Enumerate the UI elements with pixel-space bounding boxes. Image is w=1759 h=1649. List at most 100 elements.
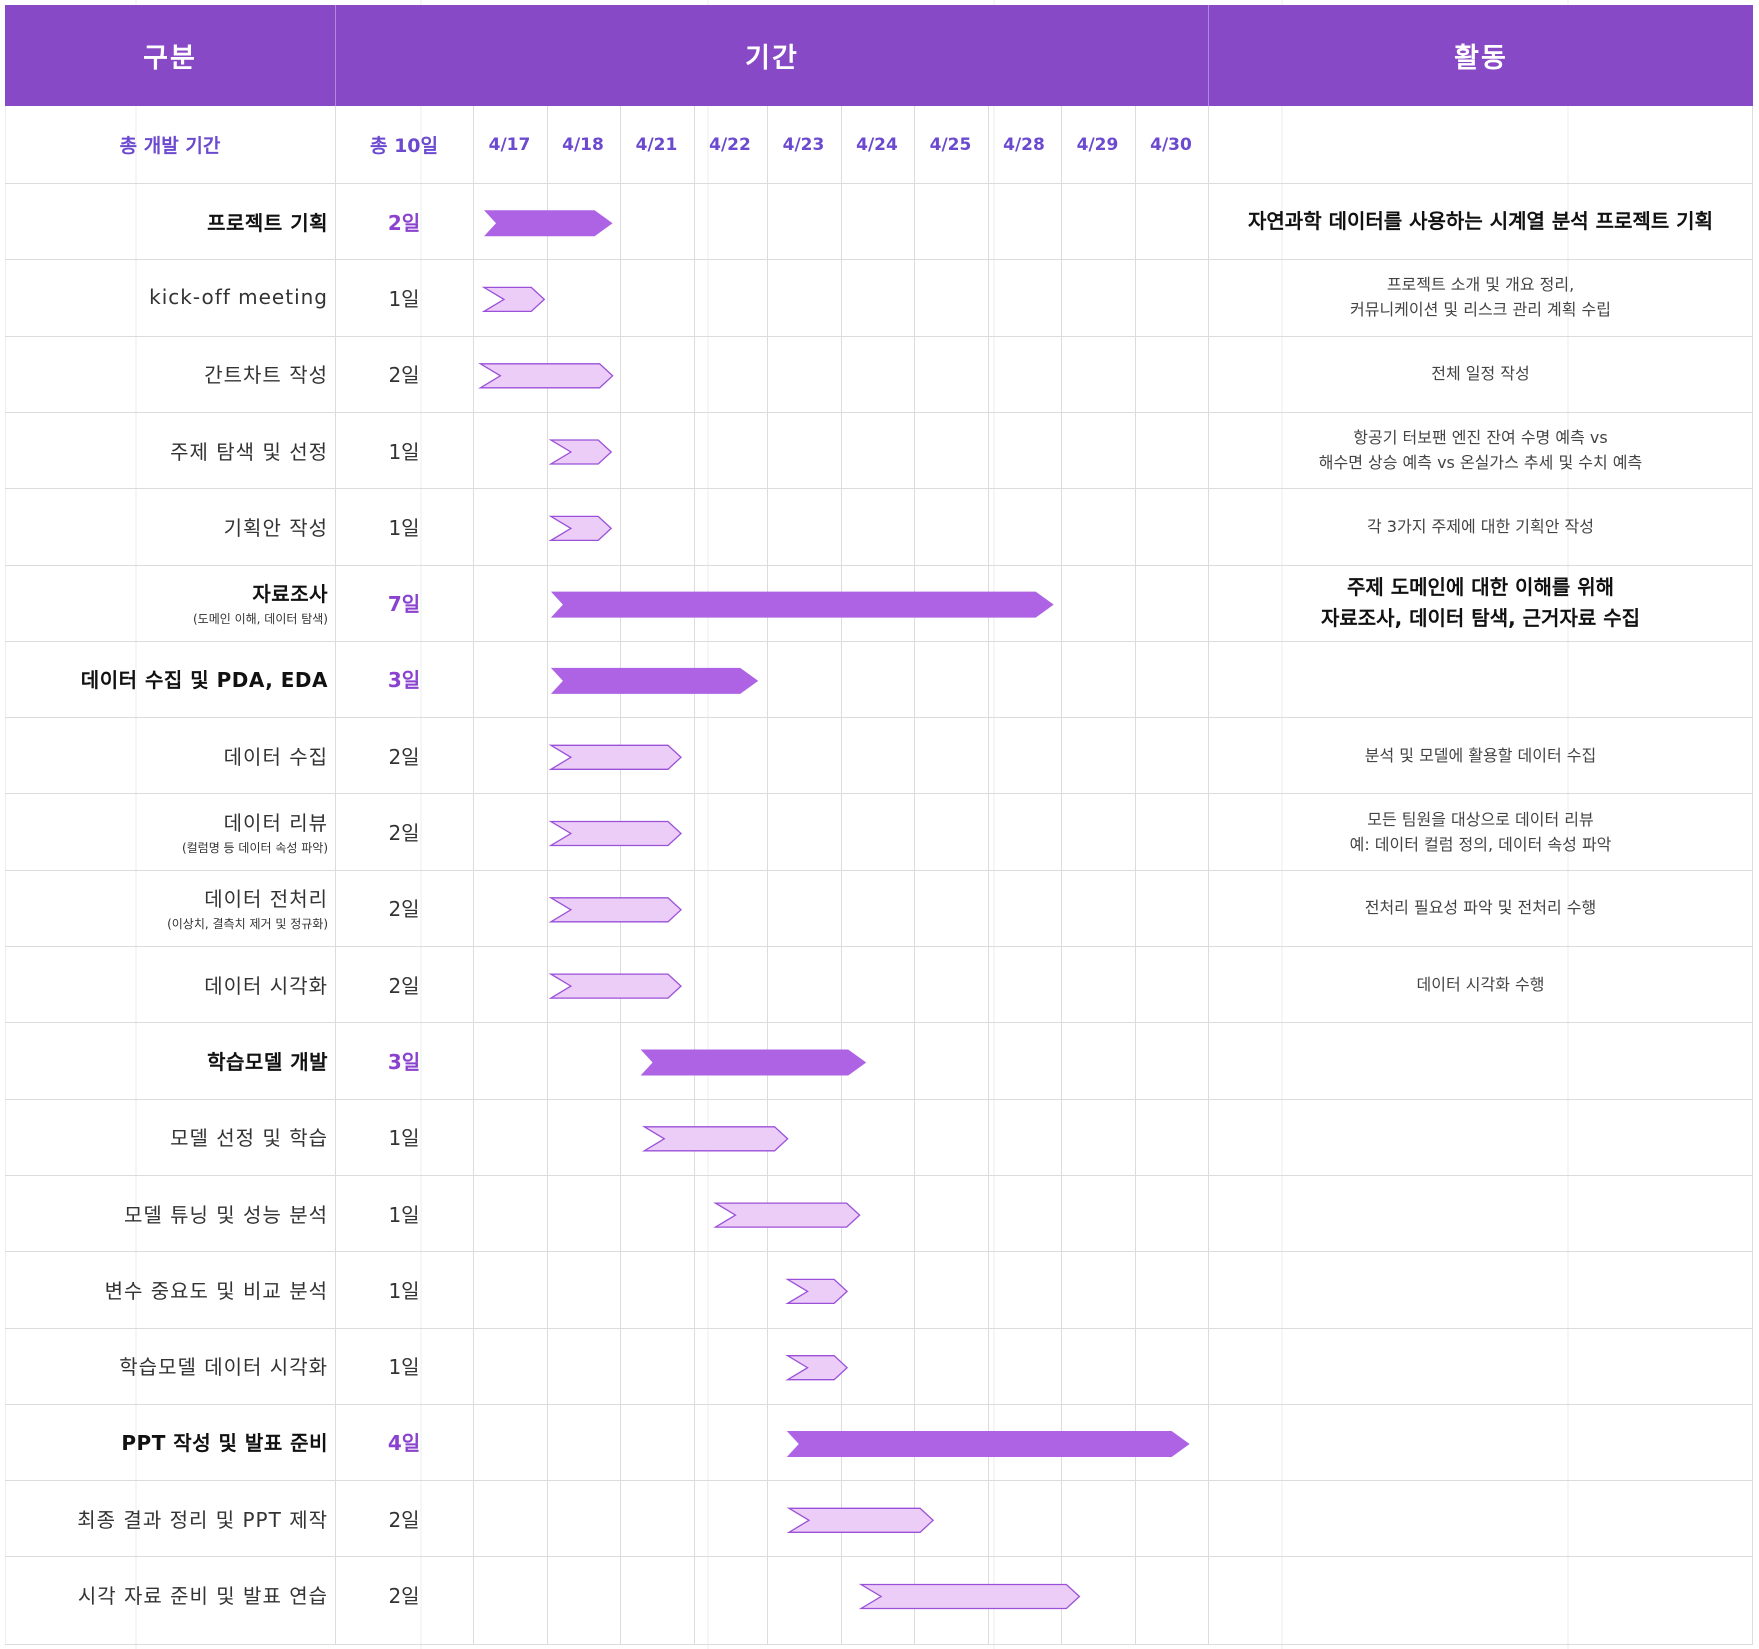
- task-name: 기획안 작성: [223, 515, 328, 540]
- date-tick-label: 4/24: [856, 134, 898, 155]
- task-duration-cell: 1일: [335, 259, 473, 335]
- task-duration-cell: 2일: [335, 793, 473, 869]
- task-duration: 4일: [387, 1431, 421, 1456]
- task-duration-cell: 1일: [335, 1099, 473, 1175]
- task-name-cell: 학습모델 데이터 시각화: [5, 1328, 335, 1404]
- task-duration: 2일: [388, 363, 420, 388]
- task-activity-cell: 프로젝트 소개 및 개요 정리, 커뮤니케이션 및 리스크 관리 계획 수립: [1208, 259, 1753, 335]
- summary-total-cell: 총 10일: [335, 106, 473, 183]
- task-name-cell: 간트차트 작성: [5, 336, 335, 412]
- task-duration: 2일: [388, 1507, 420, 1532]
- task-activity-cell: 전체 일정 작성: [1208, 336, 1753, 412]
- task-duration: 1일: [388, 286, 420, 311]
- task-name-cell: 프로젝트 기획: [5, 183, 335, 259]
- header-period: 기간: [745, 43, 799, 74]
- task-subtitle: (컬럼명 등 데이터 속성 파악): [181, 841, 328, 856]
- task-duration: 7일: [387, 592, 421, 617]
- task-name: 주제 탐색 및 선정: [170, 439, 328, 464]
- task-activity-cell: 항공기 터보팬 엔진 잔여 수명 예측 vs 해수면 상승 예측 vs 온실가스 …: [1208, 412, 1753, 488]
- task-duration: 1일: [388, 515, 420, 540]
- task-activity-line: 분석 및 모델에 활용할 데이터 수집: [1364, 745, 1597, 765]
- summary-label-cell: 총 개발 기간: [5, 106, 335, 183]
- date-tick-label: 4/30: [1150, 134, 1192, 155]
- task-name: 변수 중요도 및 비교 분석: [104, 1278, 328, 1303]
- task-duration-cell: 1일: [335, 1175, 473, 1251]
- task-name-cell: 데이터 리뷰 (컬럼명 등 데이터 속성 파악): [5, 793, 335, 869]
- task-name-cell: kick-off meeting: [5, 259, 335, 335]
- task-name: 데이터 전처리: [204, 887, 328, 912]
- task-name-cell: 데이터 시각화: [5, 946, 335, 1022]
- task-activity-cell: 각 3가지 주제에 대한 기획안 작성: [1208, 488, 1753, 564]
- task-duration: 1일: [388, 1278, 420, 1303]
- task-name: 시각 자료 준비 및 발표 연습: [77, 1584, 328, 1609]
- task-name: PPT 작성 및 발표 준비: [121, 1431, 328, 1456]
- task-name-cell: 자료조사 (도메인 이해, 데이터 탐색): [5, 565, 335, 641]
- task-name: 프로젝트 기획: [207, 210, 328, 235]
- task-duration-cell: 2일: [335, 717, 473, 793]
- task-duration-cell: 1일: [335, 1328, 473, 1404]
- task-activity-line: 자료조사, 데이터 탐색, 근거자료 수집: [1320, 605, 1641, 630]
- date-tick-label: 4/29: [1076, 134, 1119, 155]
- summary-label: 총 개발 기간: [119, 135, 221, 157]
- gantt-table: 구분 기간 활동 총 개발 기간 총 10일 4/17 4/18 4/21 4/22 4…: [5, 5, 1753, 1645]
- task-name: 모델 선정 및 학습: [170, 1126, 328, 1151]
- task-name: 학습모델 개발: [207, 1049, 328, 1074]
- task-name-cell: 데이터 전처리 (이상치, 결측치 제거 및 정규화): [5, 870, 335, 946]
- summary-total: 총 10일: [369, 135, 438, 157]
- task-name-cell: 데이터 수집: [5, 717, 335, 793]
- task-duration-cell: 1일: [335, 1251, 473, 1327]
- date-tick-label: 4/25: [929, 134, 972, 155]
- task-name-cell: 시각 자료 준비 및 발표 연습: [5, 1556, 335, 1632]
- task-duration: 2일: [388, 744, 420, 769]
- header-activity: 활동: [1454, 43, 1508, 74]
- task-name: 데이터 리뷰: [223, 811, 328, 836]
- header-category: 구분: [143, 43, 197, 74]
- task-name-cell: 모델 튜닝 및 성능 분석: [5, 1175, 335, 1251]
- task-duration-cell: 2일: [335, 946, 473, 1022]
- task-duration: 2일: [388, 973, 420, 998]
- task-name-cell: 학습모델 개발: [5, 1022, 335, 1098]
- task-duration: 2일: [388, 821, 420, 846]
- task-activity-cell: 모든 팀원을 대상으로 데이터 리뷰예: 데이터 컬럼 정의, 데이터 속성 파…: [1208, 793, 1753, 869]
- task-activity-line: 데이터 시각화 수행: [1416, 974, 1545, 994]
- date-tick-label: 4/18: [562, 134, 604, 155]
- date-tick-label: 4/22: [709, 134, 751, 155]
- task-activity-line: 커뮤니케이션 및 리스크 관리 계획 수립: [1350, 300, 1611, 320]
- task-duration: 3일: [387, 1049, 421, 1074]
- task-activity-cell: 데이터 시각화 수행: [1208, 946, 1753, 1022]
- task-name-cell: 최종 결과 정리 및 PPT 제작: [5, 1480, 335, 1556]
- task-duration-cell: 2일: [335, 336, 473, 412]
- task-activity-line: 해수면 상승 예측 vs 온실가스 추세 및 수치 예측: [1318, 453, 1643, 473]
- task-name-cell: PPT 작성 및 발표 준비: [5, 1404, 335, 1480]
- task-duration-cell: 3일: [335, 641, 473, 717]
- task-activity-line: 주제 도메인에 대한 이해를 위해: [1346, 574, 1615, 599]
- task-subtitle: (도메인 이해, 데이터 탐색): [192, 612, 328, 627]
- task-name: 최종 결과 정리 및 PPT 제작: [77, 1507, 328, 1532]
- task-duration-cell: 2일: [335, 1556, 473, 1632]
- task-activity-line: 프로젝트 소개 및 개요 정리,: [1386, 275, 1575, 295]
- task-name-cell: 데이터 수집 및 PDA, EDA: [5, 641, 335, 717]
- task-duration-cell: 4일: [335, 1404, 473, 1480]
- task-activity-line: 전처리 필요성 파악 및 전처리 수행: [1364, 898, 1597, 918]
- task-name: 데이터 시각화: [204, 973, 328, 998]
- date-tick-label: 4/28: [1003, 134, 1045, 155]
- task-duration: 2일: [387, 210, 421, 235]
- task-duration: 2일: [388, 897, 420, 922]
- task-duration: 1일: [388, 439, 420, 464]
- task-activity-line: 예: 데이터 컬럼 정의, 데이터 속성 파악: [1349, 834, 1612, 854]
- task-duration: 1일: [388, 1202, 420, 1227]
- task-name: 데이터 수집: [223, 744, 328, 769]
- task-name: 간트차트 작성: [204, 363, 328, 388]
- task-duration-cell: 7일: [335, 565, 473, 641]
- task-name-cell: 모델 선정 및 학습: [5, 1099, 335, 1175]
- date-tick-label: 4/21: [635, 134, 678, 155]
- task-duration-cell: 1일: [335, 412, 473, 488]
- task-duration-cell: 2일: [335, 1480, 473, 1556]
- task-activity-line: 자연과학 데이터를 사용하는 시계열 분석 프로젝트 기획: [1248, 208, 1713, 233]
- task-activity-line: 모든 팀원을 대상으로 데이터 리뷰: [1367, 809, 1594, 829]
- task-activity-cell: 전처리 필요성 파악 및 전처리 수행: [1208, 870, 1753, 946]
- task-duration-cell: 2일: [335, 183, 473, 259]
- task-name: 학습모델 데이터 시각화: [119, 1355, 328, 1380]
- task-name: 모델 튜닝 및 성능 분석: [123, 1202, 328, 1227]
- task-duration-cell: 1일: [335, 488, 473, 564]
